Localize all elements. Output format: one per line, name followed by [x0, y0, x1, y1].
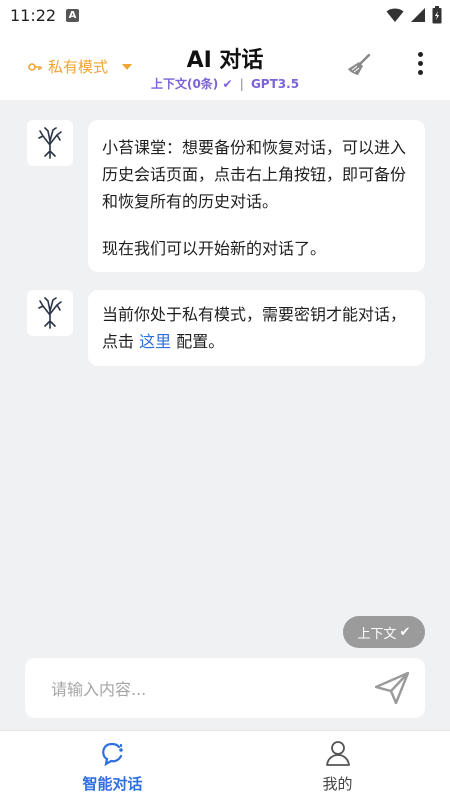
message-bubble: 小苔课堂：想要备份和恢复对话，可以进入 历史会话页面，点击右上角按钮，即可备份和… [88, 120, 425, 272]
context-chip-label: 上下文 [357, 626, 397, 642]
more-dot-icon [417, 61, 423, 66]
status-bar: 11:22 A [0, 0, 450, 32]
notification-icon: A [66, 9, 79, 22]
message-input-box [25, 658, 425, 720]
tab-profile-label: 我的 [322, 775, 353, 793]
chat-message: 小苔课堂：想要备份和恢复对话，可以进入 历史会话页面，点击右上角按钮，即可备份和… [27, 120, 425, 272]
tree-avatar-icon [38, 297, 62, 329]
message-text: 当前你处于私有模式，需要密钥才能对话，点击 这里 配置。 [102, 301, 411, 355]
status-time: 11:22 [10, 6, 57, 25]
config-link[interactable]: 这里 [139, 332, 171, 351]
profile-icon [326, 741, 350, 766]
model-name: GPT3.5 [250, 77, 300, 91]
context-info: 上下文(0条) ✔ | GPT3.5 [0, 75, 450, 92]
separator: | [239, 77, 244, 91]
context-count: 上下文(0条) [150, 77, 219, 91]
tab-chat[interactable]: 智能对话 [0, 731, 225, 802]
more-dot-icon [417, 70, 423, 75]
more-options-button[interactable] [412, 52, 428, 78]
bot-avatar [27, 120, 73, 166]
send-icon[interactable] [375, 672, 409, 704]
chat-icon [102, 742, 123, 767]
message-bubble: 当前你处于私有模式，需要密钥才能对话，点击 这里 配置。 [88, 290, 425, 366]
app-header: 私有模式 AI 对话 上下文(0条) ✔ | GPT3.5 [0, 32, 450, 100]
check-icon: ✔ [222, 77, 233, 91]
tab-profile[interactable]: 我的 [225, 731, 450, 802]
tab-chat-label: 智能对话 [82, 775, 143, 793]
wifi-icon [386, 8, 404, 22]
battery-icon [432, 6, 442, 24]
signal-icon [411, 8, 425, 22]
message-text-after: 配置。 [171, 332, 225, 351]
more-dot-icon [417, 52, 423, 57]
chat-message: 当前你处于私有模式，需要密钥才能对话，点击 这里 配置。 [27, 290, 425, 366]
context-toggle-button[interactable]: 上下文 ✔ [343, 616, 425, 648]
message-input[interactable] [49, 658, 373, 720]
status-icons [386, 6, 442, 24]
message-text: 现在我们可以开始新的对话了。 [102, 239, 327, 258]
bottom-tab-bar: 智能对话 我的 [0, 730, 450, 802]
bot-avatar [27, 290, 73, 336]
message-text: 小苔课堂：想要备份和恢复对话，可以进入 历史会话页面，点击右上角按钮，即可备份和… [102, 138, 407, 211]
clear-broom-icon[interactable] [347, 54, 371, 76]
check-icon: ✔ [399, 624, 411, 640]
tree-avatar-icon [38, 127, 62, 159]
page-title: AI 对话 [186, 48, 264, 73]
